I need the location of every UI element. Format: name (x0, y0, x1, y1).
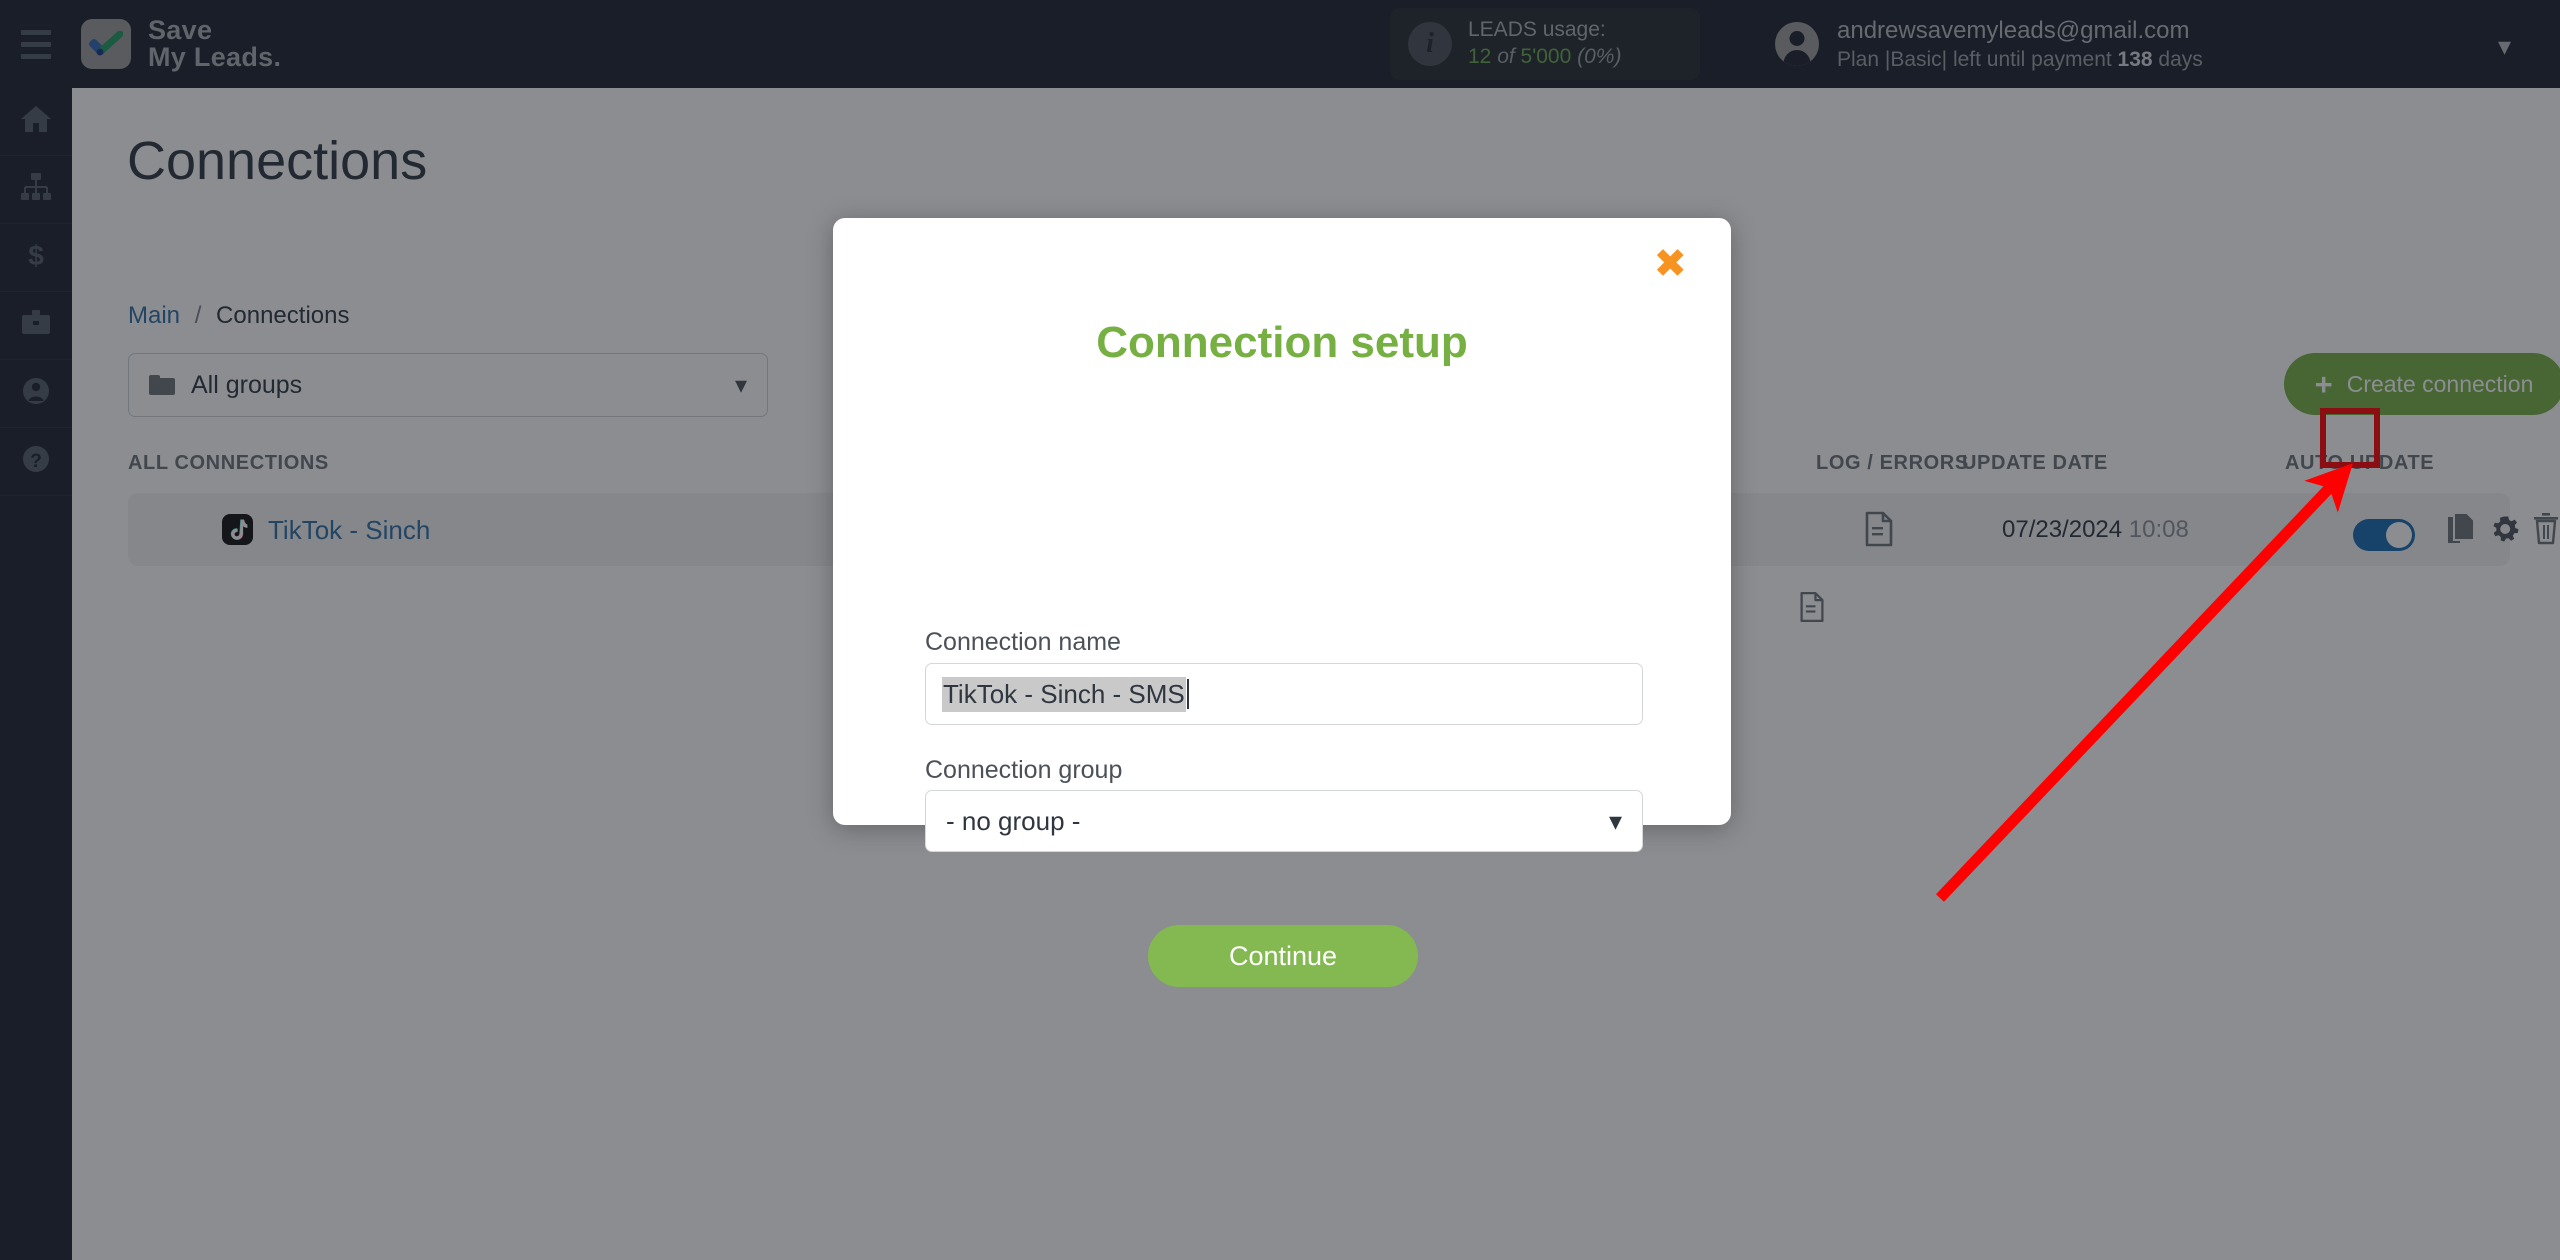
text-caret (1186, 679, 1189, 709)
connection-group-select[interactable]: - no group - ▾ (925, 790, 1643, 852)
connection-group-label: Connection group (925, 756, 1123, 784)
continue-button[interactable]: Continue (1148, 925, 1418, 987)
connection-setup-dialog: ✖ Connection setup Connection name TikTo… (833, 218, 1731, 987)
connection-name-label: Connection name (925, 628, 1121, 656)
connection-name-value: TikTok - Sinch - SMS (942, 676, 1186, 712)
connection-group-value: - no group - (946, 805, 1081, 836)
connection-name-input[interactable]: TikTok - Sinch - SMS (925, 663, 1643, 725)
dialog-title: Connection setup (1096, 318, 1468, 367)
close-icon[interactable]: ✖ (1653, 244, 1687, 284)
chevron-down-icon: ▾ (1608, 805, 1622, 836)
